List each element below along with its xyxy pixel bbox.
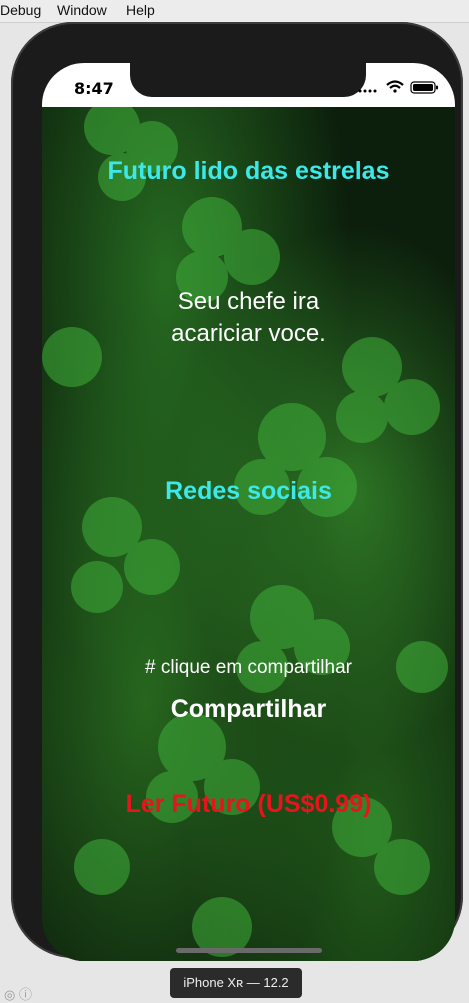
menu-window[interactable]: Window: [57, 2, 107, 18]
info-icon[interactable]: ⓘ: [19, 987, 32, 1002]
battery-icon: [410, 81, 438, 94]
status-bar: 8:47: [42, 63, 455, 107]
clover-pattern: [42, 107, 448, 957]
iphone-device-frame: 8:47 Futuro lido das estrelas Seu chefe …: [11, 22, 463, 961]
status-icons: [358, 80, 438, 94]
status-time: 8:47: [74, 79, 114, 98]
social-networks-heading: Redes sociais: [165, 477, 332, 505]
clover-background-image: [42, 107, 455, 961]
wifi-icon: [386, 80, 404, 93]
fortune-message-line-1: Seu chefe ira: [177, 288, 320, 315]
mac-menu-bar: Debug Window Help: [0, 0, 469, 23]
bottom-toolbar-icons: ◎ ⓘ: [4, 984, 32, 1003]
simulator-device-label: iPhone Xʀ — 12.2: [170, 968, 302, 998]
eye-icon[interactable]: ◎: [4, 987, 15, 1002]
fortune-message-line-2: acariciar voce.: [171, 320, 326, 347]
fortune-message: Seu chefe ira acariciar voce.: [42, 286, 455, 350]
share-button[interactable]: Compartilhar: [42, 695, 455, 724]
share-hint: # clique em compartilhar: [145, 657, 352, 678]
read-future-button[interactable]: Ler Futuro (US$0.99): [42, 790, 455, 819]
device-notch: [130, 63, 366, 97]
iphone-screen: 8:47 Futuro lido das estrelas Seu chefe …: [42, 63, 455, 961]
home-indicator[interactable]: [176, 948, 322, 953]
menu-help[interactable]: Help: [126, 2, 155, 18]
menu-debug[interactable]: Debug: [0, 2, 41, 18]
app-title: Futuro lido das estrelas: [107, 157, 390, 185]
signal-icon: [358, 89, 377, 93]
